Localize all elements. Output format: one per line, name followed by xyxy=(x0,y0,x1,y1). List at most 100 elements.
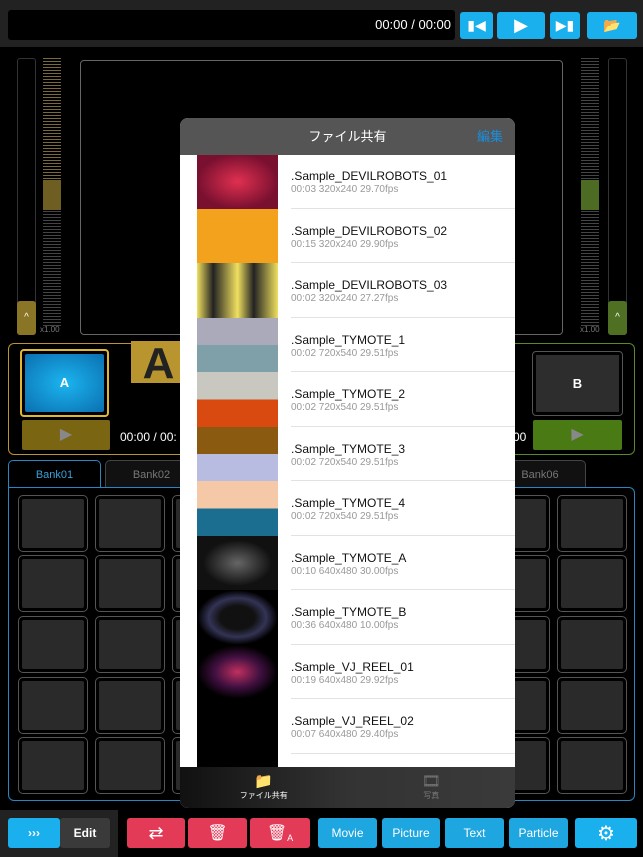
left-speed-slider[interactable] xyxy=(17,58,36,335)
swap-icon: ⇄ xyxy=(148,822,164,843)
pad[interactable] xyxy=(557,616,627,673)
right-speed-label: x1.00 xyxy=(580,325,600,334)
dialog-tab-bar: 📁 ファイル共有 🎞 写真 xyxy=(180,767,515,808)
film-icon: 🎞 xyxy=(421,773,441,790)
file-name: .Sample_TYMOTE_1 xyxy=(291,332,406,347)
pad[interactable] xyxy=(18,737,88,794)
file-name: .Sample_VJ_REEL_01 xyxy=(291,659,414,674)
file-meta: 00:03 320x240 29.70fps xyxy=(291,184,399,195)
file-name: .Sample_TYMOTE_B xyxy=(291,605,407,619)
edit-button[interactable]: 編集 xyxy=(477,118,503,155)
delete-button[interactable]: 🗑 xyxy=(188,818,247,848)
dialog-header: ファイル共有 編集 xyxy=(180,118,515,155)
deck-b-tile[interactable]: B xyxy=(532,351,623,416)
time-display: 00:00 / 00:00 xyxy=(8,10,455,40)
left-slider-handle[interactable]: ^ xyxy=(17,301,36,335)
tab-file-share[interactable]: 📁 ファイル共有 xyxy=(180,767,348,808)
file-row[interactable]: .Sample_TYMOTE_2 00:02 720x540 29.51fps xyxy=(180,372,515,427)
file-row[interactable]: .Sample_TYMOTE_B 00:36 640x480 10.00fps xyxy=(180,590,515,645)
file-thumbnail xyxy=(197,535,278,590)
file-thumbnail xyxy=(197,317,278,372)
right-meter-level xyxy=(581,180,599,210)
pad[interactable] xyxy=(557,737,627,794)
file-row[interactable]: .Sample_DEVILROBOTS_01 00:03 320x240 29.… xyxy=(180,155,515,209)
tab-file-share-label: ファイル共有 xyxy=(239,791,288,800)
pad[interactable] xyxy=(95,555,165,612)
file-row-partial[interactable] xyxy=(180,753,515,767)
file-row[interactable]: .Sample_VJ_REEL_02 00:07 640x480 29.40fp… xyxy=(180,699,515,754)
file-thumbnail xyxy=(197,590,278,645)
file-name: .Sample_TYMOTE_2 xyxy=(291,387,406,401)
deck-b-play-button[interactable]: ▶ xyxy=(533,420,622,450)
movie-button[interactable]: Movie xyxy=(318,818,377,848)
file-meta: 00:02 720x540 29.51fps xyxy=(291,511,399,522)
file-row[interactable]: .Sample_TYMOTE_4 00:02 720x540 29.51fps xyxy=(180,481,515,536)
deck-b-tile-label: B xyxy=(536,355,619,412)
folder-icon: 📁 xyxy=(254,773,274,790)
particle-button[interactable]: Particle xyxy=(509,818,568,848)
left-meter-level xyxy=(43,180,61,210)
left-speed-label: x1.00 xyxy=(40,325,60,334)
file-meta: 00:36 640x480 10.00fps xyxy=(291,620,399,631)
gear-icon: ⚙ xyxy=(597,822,615,845)
play-button[interactable]: ▶ xyxy=(497,12,545,39)
pad[interactable] xyxy=(95,616,165,673)
pad[interactable] xyxy=(18,616,88,673)
file-thumbnail xyxy=(197,155,278,209)
file-name: .Sample_TYMOTE_3 xyxy=(291,441,406,456)
tab-photos-label: 写真 xyxy=(423,791,440,800)
file-thumbnail xyxy=(197,481,278,536)
pad[interactable] xyxy=(95,677,165,734)
deck-a-play-button[interactable]: ▶ xyxy=(22,420,110,450)
expand-button[interactable]: ››› xyxy=(8,818,60,848)
file-name: .Sample_DEVILROBOTS_01 xyxy=(291,169,448,183)
pad[interactable] xyxy=(557,677,627,734)
file-row[interactable]: .Sample_TYMOTE_3 00:02 720x540 29.51fps xyxy=(180,426,515,481)
right-speed-slider[interactable] xyxy=(608,58,627,335)
file-name: .Sample_TYMOTE_A xyxy=(291,550,407,565)
delete-all-sub-label: A xyxy=(287,833,294,843)
trash-icon: 🗑 xyxy=(207,825,228,842)
file-meta: 00:07 640x480 29.40fps xyxy=(291,729,399,740)
delete-all-button[interactable]: 🗑 A xyxy=(250,818,310,848)
swap-button[interactable]: ⇄ xyxy=(127,818,185,848)
trash-all-icon: 🗑 xyxy=(266,825,288,842)
next-button[interactable]: ▶▮ xyxy=(550,12,580,39)
file-row[interactable]: .Sample_TYMOTE_A 00:10 640x480 30.00fps xyxy=(180,535,515,590)
deck-a-tile[interactable]: A xyxy=(20,349,109,417)
deck-a-tile-label: A xyxy=(25,354,104,412)
settings-button[interactable]: ⚙ xyxy=(575,818,637,848)
tab-photos[interactable]: 🎞 写真 xyxy=(348,767,516,808)
file-thumbnail xyxy=(197,263,278,318)
file-name: .Sample_TYMOTE_4 xyxy=(291,496,406,510)
file-thumbnail xyxy=(197,208,278,263)
prev-button[interactable]: ▮◀ xyxy=(460,12,493,39)
deck-a-label: A xyxy=(131,341,186,383)
file-thumbnail xyxy=(197,644,278,699)
file-row[interactable]: .Sample_DEVILROBOTS_02 00:15 320x240 29.… xyxy=(180,208,515,263)
pad[interactable] xyxy=(95,495,165,552)
pad[interactable] xyxy=(18,495,88,552)
edit-mode-button[interactable]: Edit xyxy=(60,818,110,848)
text-button[interactable]: Text xyxy=(445,818,504,848)
right-slider-handle[interactable]: ^ xyxy=(608,301,627,335)
open-folder-button[interactable]: 📂 xyxy=(587,12,637,39)
play-icon: ▶ xyxy=(514,15,528,35)
pad[interactable] xyxy=(18,677,88,734)
file-row[interactable]: .Sample_TYMOTE_1 00:02 720x540 29.51fps xyxy=(180,317,515,372)
folder-music-icon: 📂 xyxy=(603,17,621,33)
tab-bank01[interactable]: Bank01 xyxy=(8,460,101,488)
picture-button[interactable]: Picture xyxy=(382,818,440,848)
file-row[interactable]: .Sample_DEVILROBOTS_03 00:02 320x240 27.… xyxy=(180,263,515,318)
file-thumbnail xyxy=(197,753,278,767)
pad[interactable] xyxy=(557,495,627,552)
pad[interactable] xyxy=(557,555,627,612)
pad[interactable] xyxy=(18,555,88,612)
file-list[interactable]: .Sample_DEVILROBOTS_01 00:03 320x240 29.… xyxy=(180,155,515,767)
pad[interactable] xyxy=(95,737,165,794)
file-meta: 00:19 640x480 29.92fps xyxy=(291,674,399,686)
file-row[interactable]: .Sample_VJ_REEL_01 00:19 640x480 29.92fp… xyxy=(180,644,515,699)
file-meta: 00:02 320x240 27.27fps xyxy=(291,293,399,304)
file-name: .Sample_DEVILROBOTS_02 xyxy=(291,223,448,238)
file-meta: 00:02 720x540 29.51fps xyxy=(291,347,399,359)
